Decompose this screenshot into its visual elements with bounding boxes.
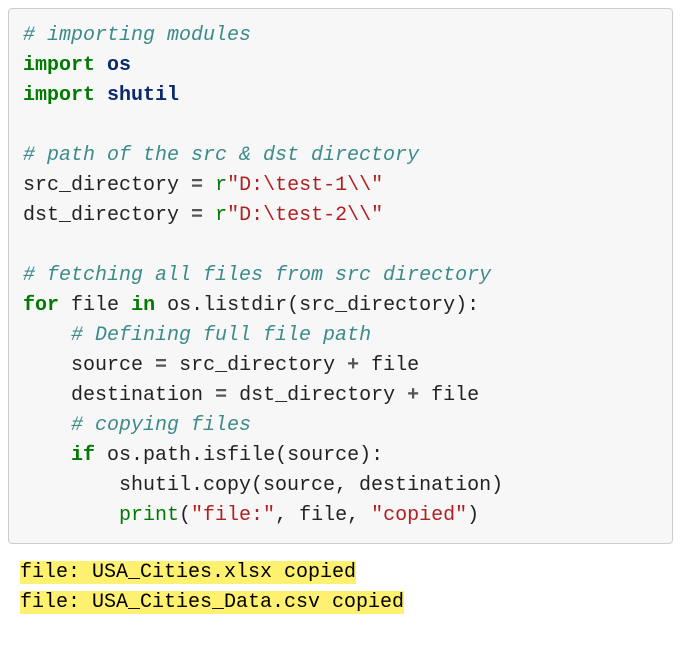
- comma: ,: [275, 504, 287, 527]
- string-copied: "copied": [371, 504, 467, 527]
- paren-open: (: [179, 504, 191, 527]
- keyword-import: import: [23, 54, 95, 77]
- var-file: file: [299, 504, 347, 527]
- comment: # Defining full file path: [71, 324, 371, 347]
- module-shutil: shutil: [107, 84, 179, 107]
- string-dst: "D:\test-2\\": [227, 204, 383, 227]
- var-file: file: [431, 384, 479, 407]
- comma: ,: [347, 504, 359, 527]
- call-isfile: os.path.isfile(source):: [107, 444, 383, 467]
- var-src-directory: src_directory: [23, 174, 179, 197]
- comment: # importing modules: [23, 24, 251, 47]
- comment: # path of the src & dst directory: [23, 144, 419, 167]
- var-dst-directory: dst_directory: [239, 384, 395, 407]
- var-file: file: [71, 294, 119, 317]
- operator-plus: +: [407, 384, 419, 407]
- comment: # copying files: [71, 414, 251, 437]
- string-src: "D:\test-1\\": [227, 174, 383, 197]
- var-destination: destination: [71, 384, 203, 407]
- var-file: file: [371, 354, 419, 377]
- keyword-if: if: [71, 444, 95, 467]
- paren-close: ): [467, 504, 479, 527]
- operator-plus: +: [347, 354, 359, 377]
- operator-assign: =: [191, 174, 203, 197]
- call-listdir: os.listdir(src_directory):: [167, 294, 479, 317]
- string-file-prefix: "file:": [191, 504, 275, 527]
- operator-assign: =: [191, 204, 203, 227]
- code-block: # importing modules import os import shu…: [8, 8, 673, 544]
- output-line-2: file: USA_Cities_Data.csv copied: [20, 591, 404, 614]
- module-os: os: [107, 54, 131, 77]
- keyword-in: in: [131, 294, 155, 317]
- var-source: source: [71, 354, 143, 377]
- operator-assign: =: [215, 384, 227, 407]
- var-src-directory: src_directory: [179, 354, 335, 377]
- var-dst-directory: dst_directory: [23, 204, 179, 227]
- string-prefix: r: [215, 204, 227, 227]
- string-prefix: r: [215, 174, 227, 197]
- keyword-import: import: [23, 84, 95, 107]
- output-block: file: USA_Cities.xlsx copied file: USA_C…: [8, 558, 673, 618]
- builtin-print: print: [119, 504, 179, 527]
- keyword-for: for: [23, 294, 59, 317]
- output-line-1: file: USA_Cities.xlsx copied: [20, 561, 356, 584]
- comment: # fetching all files from src directory: [23, 264, 491, 287]
- operator-assign: =: [155, 354, 167, 377]
- call-copy: shutil.copy(source, destination): [119, 474, 503, 497]
